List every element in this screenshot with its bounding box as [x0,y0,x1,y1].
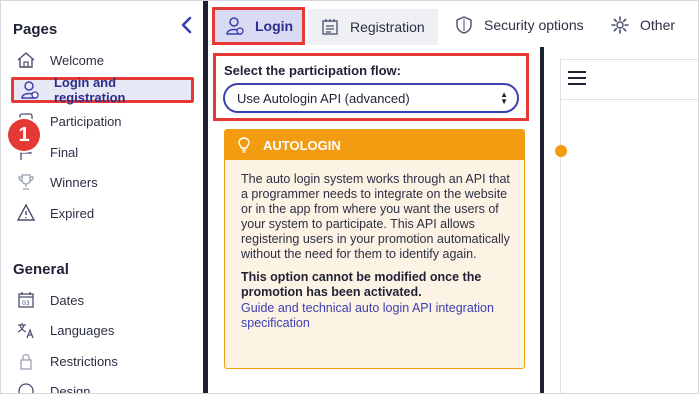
lock-icon [15,351,37,371]
sidebar-item-label: Expired [50,205,95,221]
tab-label: Security options [484,17,584,33]
sidebar-item-login-and-registration[interactable]: Login and registration [11,75,194,105]
sidebar-item-dates[interactable]: 03 Dates [15,287,195,313]
pages-section-title: Pages [13,21,58,38]
tab-other[interactable]: Other [610,9,675,41]
sidebar-item-label: Participation [50,113,122,129]
collapse-sidebar-chevron-icon[interactable] [179,15,195,35]
info-description: The auto login system works through an A… [241,172,510,261]
sidebar-item-label: Languages [50,322,115,338]
autologin-info-card: AUTOLOGIN The auto login system works th… [224,129,525,369]
palette-icon [15,381,37,393]
preview-header-line [560,99,698,100]
shield-icon [454,15,474,35]
main-panel: Select the participation flow: Use Autol… [208,47,540,393]
info-card-header: AUTOLOGIN [225,130,524,160]
info-card-body: The auto login system works through an A… [225,160,524,331]
general-section-title: General [13,261,69,278]
form-icon [320,17,340,37]
select-arrows-icon: ▲ ▼ [500,90,508,106]
home-icon [15,50,37,70]
sidebar-item-label: Design [50,383,91,394]
sidebar-item-welcome[interactable]: Welcome [15,47,195,73]
sidebar-item-languages[interactable]: Languages [15,317,195,343]
sidebar-item-restrictions[interactable]: Restrictions [15,348,195,374]
info-card-title: AUTOLOGIN [263,137,341,153]
preview-top-strip [540,47,698,59]
preview-indicator-dot [555,145,567,157]
sidebar: Pages Welcome Login and registration Par… [1,1,203,394]
app-window: Pages Welcome Login and registration Par… [0,0,699,394]
tab-security-options[interactable]: Security options [454,9,584,41]
sidebar-item-label: Final [50,144,79,160]
lightbulb-icon [237,137,253,153]
sidebar-item-label: Winners [50,174,98,190]
tab-label: Login [255,18,294,34]
tab-registration[interactable]: Registration [308,9,438,45]
calendar-icon: 03 [15,290,37,310]
step-number-badge: 1 [8,119,40,151]
sidebar-item-final[interactable]: Final [15,139,195,165]
sidebar-item-label: Dates [50,292,84,308]
translate-icon [15,320,37,340]
sidebar-item-label: Login and registration [53,75,126,105]
gear-icon [610,15,630,35]
svg-text:03: 03 [22,300,30,307]
sidebar-item-label: Welcome [50,52,104,68]
hamburger-menu-icon[interactable] [567,69,587,87]
tab-login[interactable]: Login [212,7,305,45]
tab-bar: Login Registration Security options Othe… [208,1,698,47]
sidebar-item-expired[interactable]: Expired [15,200,195,226]
user-icon [19,80,41,100]
sidebar-item-label: Restrictions [50,353,118,369]
tab-label: Registration [350,19,425,35]
preview-pane [560,59,698,393]
warning-icon [15,203,37,223]
user-icon [225,16,245,36]
sidebar-item-design[interactable]: Design [15,378,195,394]
sidebar-item-winners[interactable]: Winners [15,169,195,195]
participation-flow-label: Select the participation flow: [224,63,401,78]
info-warning-text: This option cannot be modified once the … [241,270,482,299]
trophy-icon [15,172,37,192]
participation-flow-section: Select the participation flow: Use Autol… [213,53,529,121]
participation-flow-selected-value: Use Autologin API (advanced) [237,90,410,106]
tab-label: Other [640,17,676,33]
sidebar-item-participation[interactable]: Participation [15,108,195,134]
integration-guide-link[interactable]: Guide and technical auto login API integ… [241,301,510,331]
participation-flow-select[interactable]: Use Autologin API (advanced) ▲ ▼ [223,83,519,113]
preview-divider [540,47,544,393]
